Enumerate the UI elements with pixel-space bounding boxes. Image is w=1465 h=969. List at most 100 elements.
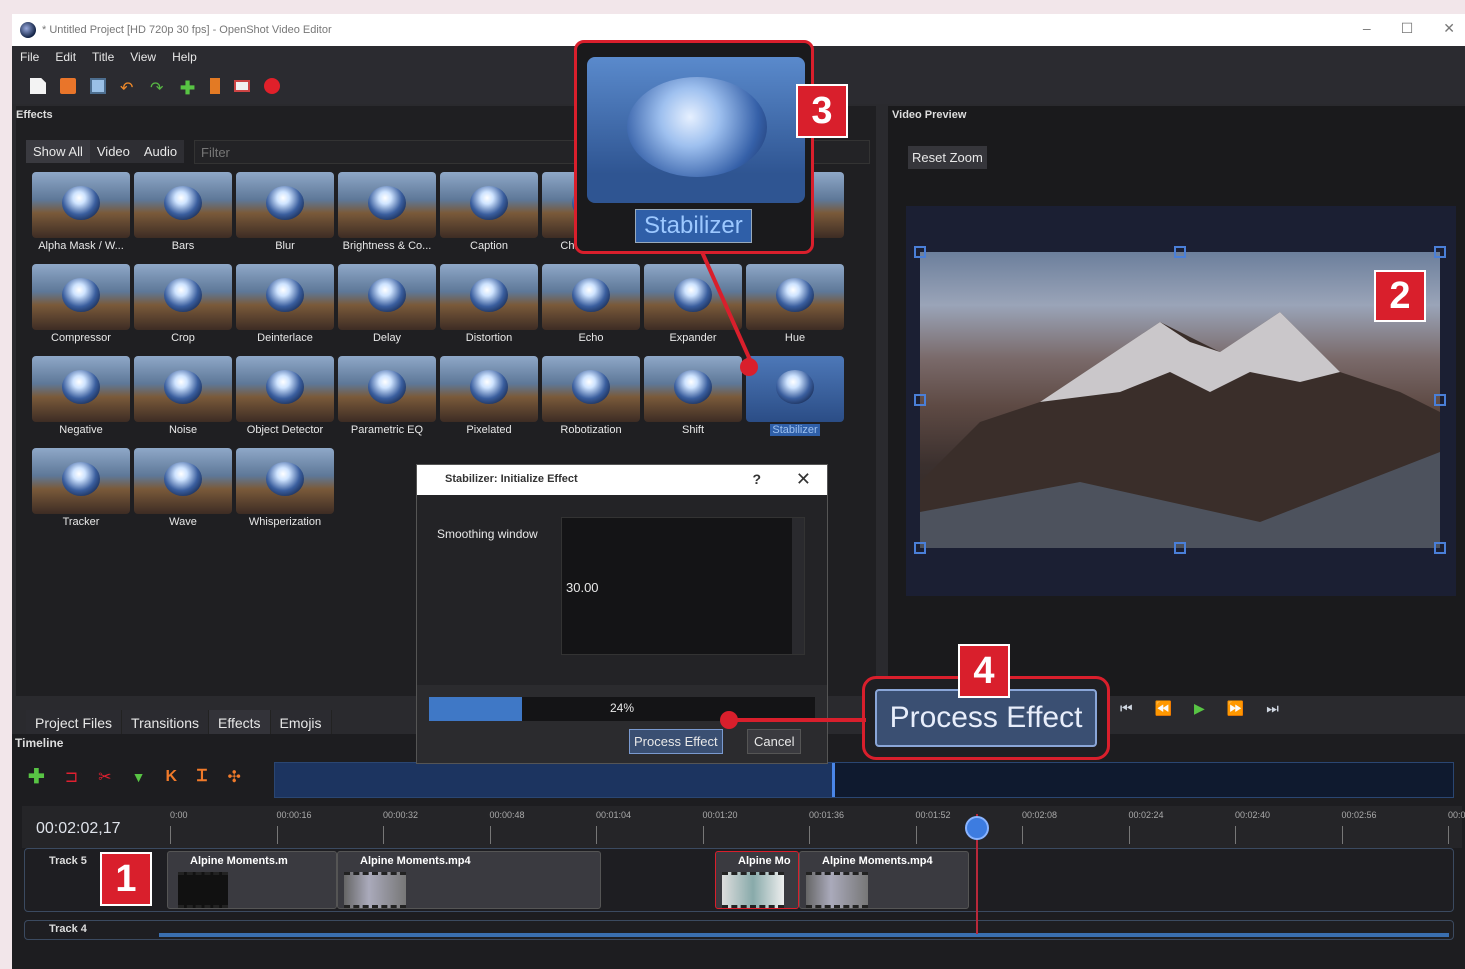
playhead-handle[interactable] [965,816,989,840]
timeline-ruler[interactable]: 00:02:02,17 0:00 00:00:16 00:00:32 00:00:48… [22,806,1465,848]
effect-thumbnail [542,264,640,330]
play-icon[interactable]: ▶ [1194,700,1205,717]
redo-icon[interactable]: ↷ [150,78,166,97]
resize-handle[interactable] [914,246,926,258]
add-marker-icon[interactable]: ▼ [132,769,146,785]
ruler-tick-label: 00:01:36 [809,810,845,820]
video-frame[interactable] [920,252,1440,548]
video-preview-panel: Video Preview Reset Zoom [888,106,1465,696]
export-record-icon[interactable] [264,78,280,94]
timeline-clip[interactable]: Alpine Moments.m [167,851,337,909]
jump-start-icon[interactable]: ⏮ [1120,700,1133,717]
jump-end-icon[interactable]: ⏭ [1266,700,1279,717]
save-icon[interactable] [90,78,106,94]
maximize-button[interactable]: ☐ [1401,20,1414,37]
effect-item[interactable]: Parametric EQ [338,356,436,444]
tab-emojis[interactable]: Emojis [270,710,332,736]
timeline-visible-range[interactable] [275,763,835,797]
previous-marker-icon[interactable]: K [165,768,177,786]
fullscreen-icon[interactable] [234,80,250,92]
rewind-icon[interactable]: ⏪ [1155,700,1172,717]
reset-zoom-button[interactable]: Reset Zoom [908,146,987,169]
effect-item[interactable]: Whisperization [236,448,334,536]
resize-handle[interactable] [1434,542,1446,554]
undo-icon[interactable]: ↶ [120,78,136,97]
effect-item[interactable]: Caption [440,172,538,260]
smoothing-window-input[interactable]: 30.00 [561,517,805,655]
tab-project-files[interactable]: Project Files [26,710,123,736]
resize-handle[interactable] [914,394,926,406]
resize-handle[interactable] [1174,542,1186,554]
resize-handle[interactable] [1174,246,1186,258]
import-files-icon[interactable]: ✚ [180,78,196,98]
tab-effects[interactable]: Effects [208,710,271,736]
effect-label: Crop [171,332,195,344]
next-marker-icon[interactable]: Ꮖ [197,768,208,786]
center-playhead-icon[interactable]: ✣ [228,767,241,787]
minimize-button[interactable]: – [1363,20,1371,37]
effect-item[interactable]: Pixelated [440,356,538,444]
timeline-overview-scrollbar[interactable] [274,762,1454,798]
effect-item[interactable]: Crop [134,264,232,352]
track-scrollbar[interactable] [159,933,1449,937]
menu-file[interactable]: File [20,50,39,64]
track-row: Track 5 Alpine Moments.m Alpine Moments.… [24,848,1454,912]
effect-item[interactable]: Brightness & Co... [338,172,436,260]
effect-item[interactable]: Stabilizer [746,356,844,444]
snapping-icon[interactable]: ⊐ [65,767,78,787]
menu-title[interactable]: Title [92,50,114,64]
timeline-clip[interactable]: Alpine Moments.mp4 [799,851,969,909]
razor-icon[interactable]: ✂ [98,767,111,787]
effect-item[interactable]: Distortion [440,264,538,352]
effect-ball-icon [470,186,508,220]
tab-transitions[interactable]: Transitions [122,710,209,736]
close-button[interactable]: ✕ [1443,20,1455,37]
video-preview-title: Video Preview [892,109,967,121]
ruler-tick [596,826,597,844]
effect-item[interactable]: Bars [134,172,232,260]
effect-item[interactable]: Echo [542,264,640,352]
effect-item[interactable]: Shift [644,356,742,444]
timeline-clip[interactable]: Alpine Moments.mp4 [337,851,601,909]
effect-item[interactable]: Blur [236,172,334,260]
add-track-icon[interactable]: ✚ [28,764,45,789]
ruler-tick [489,826,491,844]
new-file-icon[interactable] [30,78,46,94]
help-button[interactable]: ? [752,471,761,487]
menu-edit[interactable]: Edit [55,50,76,64]
dialog-close-button[interactable]: ✕ [796,469,811,490]
tab-video[interactable]: Video [89,140,137,163]
effect-item[interactable]: Object Detector [236,356,334,444]
spin-buttons[interactable] [792,518,804,654]
effect-item[interactable]: Wave [134,448,232,536]
resize-handle[interactable] [914,542,926,554]
resize-handle[interactable] [1434,246,1446,258]
ruler-tick-label: 00:03:12 [1448,810,1465,820]
resize-handle[interactable] [1434,394,1446,406]
effect-item[interactable]: Alpha Mask / W... [32,172,130,260]
timeline-clip[interactable]: Alpine Mo [715,851,799,909]
effect-item[interactable]: Compressor [32,264,130,352]
effect-item[interactable]: Tracker [32,448,130,536]
effect-label: Noise [168,424,198,436]
effect-ball-icon [572,370,610,404]
effect-ball-icon [470,370,508,404]
effect-item[interactable]: Deinterlace [236,264,334,352]
open-folder-icon[interactable] [60,78,76,94]
tab-show-all[interactable]: Show All [26,140,90,163]
cancel-button[interactable]: Cancel [747,729,802,754]
effect-item[interactable]: Hue [746,264,844,352]
effect-item[interactable]: Noise [134,356,232,444]
effect-ball-icon [470,278,508,312]
effect-item[interactable]: Robotization [542,356,640,444]
effect-thumbnail [134,356,232,422]
menu-help[interactable]: Help [172,50,197,64]
tab-audio[interactable]: Audio [136,140,185,163]
menu-view[interactable]: View [130,50,156,64]
clip-thumbnail [722,872,784,908]
effect-item[interactable]: Delay [338,264,436,352]
effect-item[interactable]: Negative [32,356,130,444]
fast-forward-icon[interactable]: ⏩ [1227,700,1244,717]
process-effect-button[interactable]: Process Effect [629,729,723,754]
profile-icon[interactable] [210,78,220,94]
